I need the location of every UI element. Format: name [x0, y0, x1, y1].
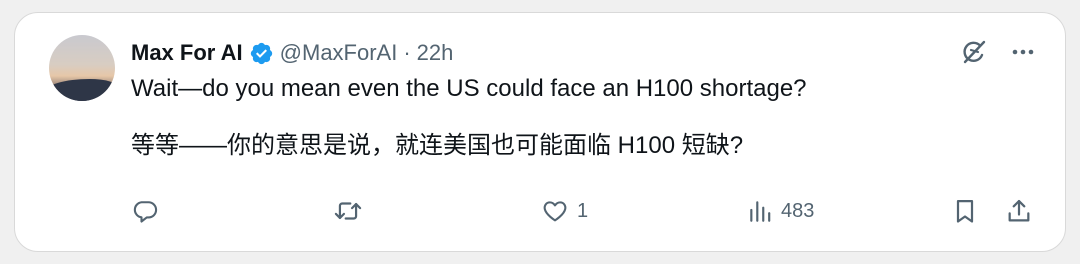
views-bar-chart-icon: [747, 197, 773, 225]
avatar[interactable]: [49, 35, 115, 101]
post-action-bar: 1 483: [15, 197, 1065, 225]
share-button[interactable]: [1005, 197, 1033, 225]
author-handle[interactable]: @MaxForAI: [280, 40, 398, 66]
share-icon: [1005, 197, 1033, 225]
bookmark-button[interactable]: [951, 197, 979, 225]
avatar-landscape: [49, 79, 115, 101]
post-card[interactable]: Max For AI @MaxForAI · 22h Wait—do you m…: [14, 12, 1066, 252]
reply-button[interactable]: [131, 197, 167, 225]
post-top-actions: [959, 37, 1037, 67]
reply-icon: [131, 197, 159, 225]
views-button[interactable]: 483: [747, 197, 814, 225]
grok-icon[interactable]: [959, 37, 989, 67]
view-count: 483: [781, 199, 815, 222]
like-button[interactable]: 1: [541, 197, 588, 225]
post-text-chinese: 等等——你的意思是说，就连美国也可能面临 H100 短缺?: [131, 132, 744, 159]
more-horizontal-icon[interactable]: [1009, 38, 1037, 66]
post-timestamp[interactable]: 22h: [417, 40, 454, 66]
like-count: 1: [577, 199, 589, 222]
verified-badge-icon: [249, 41, 274, 66]
author-name[interactable]: Max For AI: [131, 40, 243, 66]
repost-icon: [333, 197, 363, 225]
post-header: Max For AI @MaxForAI · 22h: [131, 39, 453, 67]
heart-icon: [541, 197, 569, 225]
separator-dot: ·: [403, 40, 411, 65]
repost-button[interactable]: [333, 197, 371, 225]
bookmark-icon: [951, 197, 979, 225]
post-text-english: Wait—do you mean even the US could face …: [131, 75, 807, 102]
